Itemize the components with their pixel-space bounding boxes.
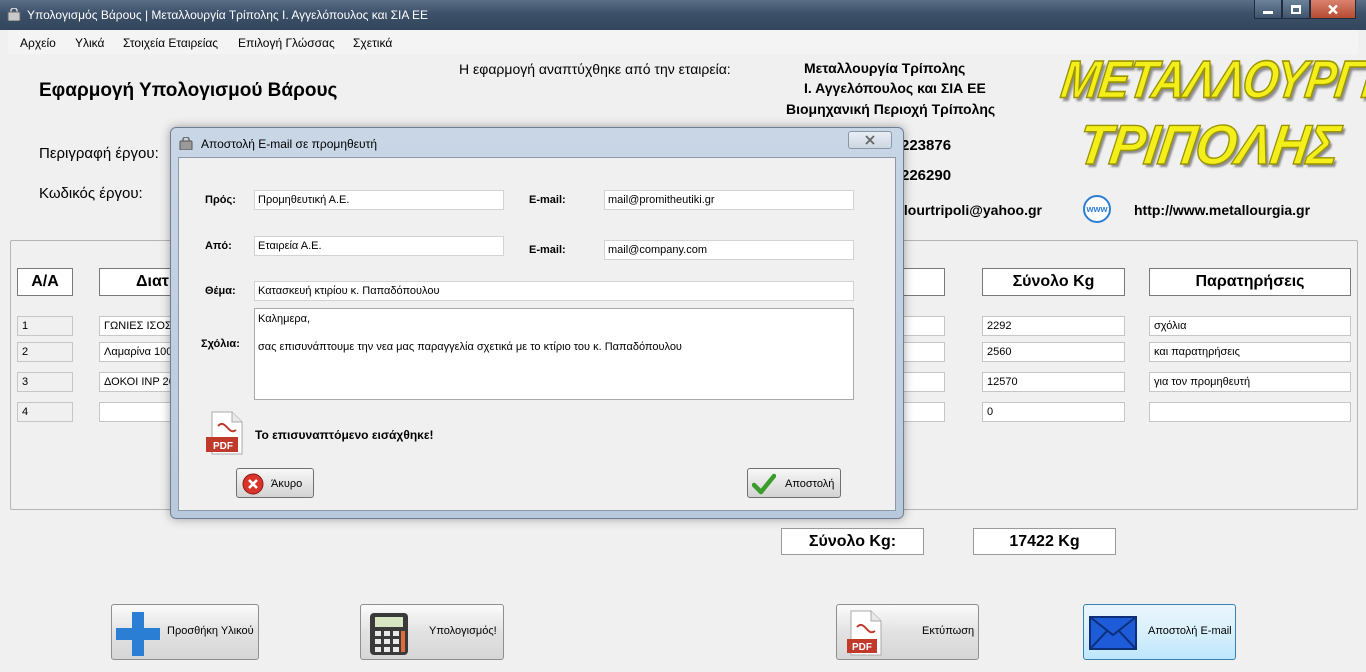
- menu-file[interactable]: Αρχείο: [20, 36, 56, 50]
- calculator-icon: [370, 613, 408, 655]
- row-2-notes[interactable]: και παρατηρήσεις: [1149, 342, 1351, 362]
- close-icon: [865, 135, 875, 145]
- from-label: Από:: [205, 240, 232, 252]
- add-material-button[interactable]: Προσθήκη Υλικού: [111, 604, 259, 660]
- row-3-notes[interactable]: για τον προμηθευτή: [1149, 372, 1351, 392]
- developer-intro: Η εφαρμογή αναπτύχθηκε από την εταιρεία:: [459, 61, 731, 77]
- maximize-button[interactable]: [1282, 0, 1310, 19]
- header-total-kg: Σύνολο Kg: [982, 268, 1125, 296]
- subject-label: Θέμα:: [205, 285, 236, 297]
- company-name: Μεταλλουργία Τρίπολης: [804, 60, 966, 76]
- row-1-aa: 1: [17, 316, 73, 336]
- send-email-label: Αποστολή E-mail: [1148, 625, 1232, 637]
- row-4-aa: 4: [17, 402, 73, 422]
- send-email-dialog: Αποστολή E-mail σε προμηθευτή Πρός: Προμ…: [170, 127, 904, 519]
- dialog-client-area: Πρός: Προμηθευτική Α.Ε. E-mail: mail@pro…: [178, 157, 896, 511]
- send-email-button[interactable]: Αποστολή E-mail: [1083, 604, 1236, 660]
- row-2-aa: 2: [17, 342, 73, 362]
- website-link[interactable]: http://www.metallourgia.gr: [1134, 202, 1310, 218]
- minimize-button[interactable]: [1254, 0, 1282, 19]
- to-email-label: E-mail:: [529, 194, 566, 206]
- row-1-hidden-cell[interactable]: [897, 316, 945, 336]
- calculate-label: Υπολογισμός!: [429, 625, 497, 637]
- from-email-input[interactable]: mail@company.com: [604, 240, 854, 260]
- window-controls: [1254, 0, 1356, 20]
- row-1-total-kg[interactable]: 2292: [982, 316, 1125, 336]
- row-3-hidden-cell[interactable]: [897, 372, 945, 392]
- row-2-total-kg[interactable]: 2560: [982, 342, 1125, 362]
- row-4-hidden-cell[interactable]: [897, 402, 945, 422]
- row-4-notes[interactable]: [1149, 402, 1351, 422]
- row-2-hidden-cell[interactable]: [897, 342, 945, 362]
- plus-icon: [116, 612, 160, 656]
- project-description-label: Περιγραφή έργου:: [39, 145, 159, 162]
- cancel-x-icon: [242, 473, 264, 495]
- row-4-total-kg[interactable]: 0: [982, 402, 1125, 422]
- comments-label: Σχόλια:: [201, 338, 240, 350]
- maximize-icon: [1291, 4, 1301, 14]
- cancel-button[interactable]: Άκυρο: [236, 468, 314, 498]
- header-aa: Α/Α: [17, 268, 73, 296]
- header-hidden-column: [897, 268, 945, 296]
- row-3-total-kg[interactable]: 12570: [982, 372, 1125, 392]
- menu-materials[interactable]: Υλικά: [75, 36, 104, 50]
- print-button[interactable]: PDF Εκτύπωση: [836, 604, 979, 660]
- send-button[interactable]: Αποστολή: [747, 468, 841, 498]
- title-bar: Υπολογισμός Βάρους | Μεταλλουργία Τρίπολ…: [0, 0, 1366, 30]
- fax-number: 226290: [901, 167, 952, 184]
- to-label: Πρός:: [205, 194, 236, 206]
- close-button[interactable]: [1310, 0, 1356, 19]
- logo-line-2: ΤΡΙΠΟΛΗΣ: [1074, 112, 1344, 176]
- project-code-label: Κωδικός έργου:: [39, 185, 143, 202]
- www-icon: www: [1083, 195, 1111, 223]
- row-3-aa: 3: [17, 372, 73, 392]
- cancel-label: Άκυρο: [271, 478, 303, 490]
- pdf-file-icon: PDF: [847, 610, 882, 656]
- bag-icon: [7, 8, 21, 21]
- app-heading: Εφαρμογή Υπολογισμού Βάρους: [39, 80, 338, 101]
- attachment-status: Το επισυναπτόμενο εισάχθηκε!: [255, 428, 434, 442]
- print-label: Εκτύπωση: [922, 625, 975, 637]
- subject-input[interactable]: Κατασκευή κτιρίου κ. Παπαδόπουλου: [254, 281, 854, 301]
- to-email-input[interactable]: mail@promitheutiki.gr: [604, 190, 854, 210]
- company-legal-name: Ι. Αγγελόπουλος και ΣΙΑ ΕΕ: [804, 80, 986, 96]
- menu-about[interactable]: Σχετικά: [353, 36, 392, 50]
- header-notes: Παρατηρήσεις: [1149, 268, 1351, 296]
- add-material-label: Προσθήκη Υλικού: [167, 625, 254, 637]
- menu-company-info[interactable]: Στοιχεία Εταιρείας: [123, 36, 218, 50]
- company-address: Βιομηχανική Περιοχή Τρίπολης: [786, 101, 996, 117]
- total-kg-label: Σύνολο Kg:: [781, 528, 924, 555]
- send-label: Αποστολή: [785, 478, 835, 490]
- total-kg-value: 17422 Kg: [973, 528, 1116, 555]
- menu-language[interactable]: Επιλογή Γλώσσας: [238, 36, 335, 50]
- window-title: Υπολογισμός Βάρους | Μεταλλουργία Τρίπολ…: [27, 8, 429, 22]
- pdf-badge: PDF: [213, 441, 233, 452]
- from-input[interactable]: Εταιρεία Α.Ε.: [254, 236, 504, 256]
- email-address: llourtripoli@yahoo.gr: [900, 202, 1042, 218]
- svg-text:PDF: PDF: [852, 642, 872, 653]
- close-icon: [1328, 4, 1338, 14]
- dialog-close-button[interactable]: [848, 131, 892, 149]
- dialog-title: Αποστολή E-mail σε προμηθευτή: [201, 137, 378, 151]
- to-input[interactable]: Προμηθευτική Α.Ε.: [254, 190, 504, 210]
- logo-line-1: ΜΕΤΑΛΛΟΥΡΓΙΑ: [1057, 48, 1366, 109]
- bag-icon: [179, 137, 193, 150]
- envelope-icon: [1089, 616, 1137, 650]
- checkmark-icon: [752, 473, 776, 495]
- comments-textarea[interactable]: Καλημερα, σας επισυνάπτουμε την νεα μας …: [254, 308, 854, 400]
- minimize-icon: [1263, 10, 1273, 14]
- phone-number: 223876: [901, 137, 952, 154]
- calculate-button[interactable]: Υπολογισμός!: [360, 604, 504, 660]
- from-email-label: E-mail:: [529, 244, 566, 256]
- row-1-notes[interactable]: σχόλια: [1149, 316, 1351, 336]
